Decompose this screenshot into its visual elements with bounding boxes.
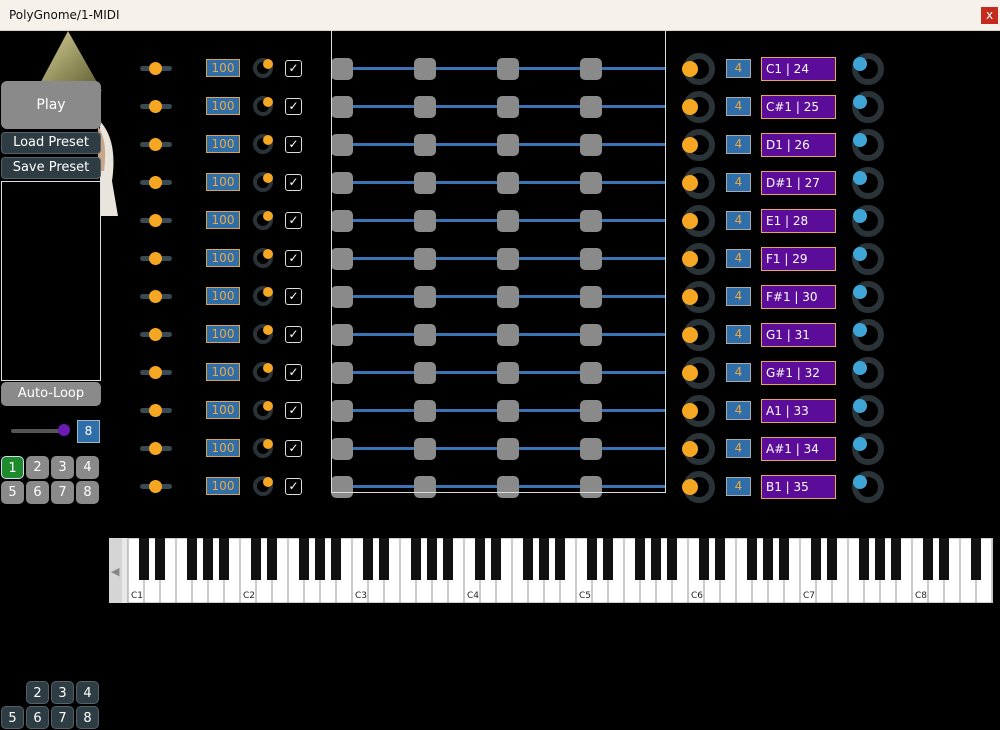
black-key[interactable] — [827, 538, 837, 580]
octave-label: C5 — [579, 591, 591, 601]
black-key[interactable] — [763, 538, 773, 580]
black-key[interactable] — [603, 538, 613, 580]
piano-keyboard[interactable]: ◀ C1 C2 C3 C4 C5 C6 C7 C8 — [109, 538, 993, 603]
black-key[interactable] — [299, 538, 309, 580]
pan-knob[interactable] — [850, 469, 886, 505]
title-bar: PolyGnome/1-MIDI x — [0, 0, 1000, 31]
velocity-knob[interactable] — [251, 474, 275, 498]
scroll-left-arrow[interactable]: ◀ — [111, 565, 120, 578]
lower-pad-4[interactable]: 4 — [76, 681, 99, 704]
black-key[interactable] — [651, 538, 661, 580]
step-handle[interactable] — [580, 476, 602, 498]
black-key[interactable] — [635, 538, 645, 580]
track-row: 100 ✓ 4 C#1 | 25 — [0, 69, 1000, 123]
track-row: 100 ✓ 4 D#1 | 27 — [0, 145, 1000, 199]
lower-pad-6[interactable]: 6 — [26, 706, 49, 729]
black-key[interactable] — [891, 538, 901, 580]
black-key[interactable] — [779, 538, 789, 580]
track-row: 100 ✓ 4 B1 | 35 — [0, 449, 1000, 503]
black-key[interactable] — [715, 538, 725, 580]
black-key[interactable] — [971, 538, 981, 580]
track-row: 100 ✓ 4 G1 | 31 — [0, 297, 1000, 351]
black-key[interactable] — [939, 538, 949, 580]
black-key[interactable] — [555, 538, 565, 580]
step-handle[interactable] — [497, 476, 519, 498]
octave-label: C7 — [803, 591, 815, 601]
black-key[interactable] — [315, 538, 325, 580]
black-key[interactable] — [523, 538, 533, 580]
black-key[interactable] — [491, 538, 501, 580]
window-title: PolyGnome/1-MIDI — [9, 8, 120, 22]
black-key[interactable] — [587, 538, 597, 580]
lower-pad-2[interactable]: 2 — [26, 681, 49, 704]
division-value[interactable]: 4 — [726, 477, 751, 496]
track-row: 100 ✓ 4 D1 | 26 — [0, 107, 1000, 161]
black-key[interactable] — [187, 538, 197, 580]
black-key[interactable] — [859, 538, 869, 580]
lower-pad-3[interactable]: 3 — [51, 681, 74, 704]
lower-pad-7[interactable]: 7 — [51, 706, 74, 729]
lower-pad-8[interactable]: 8 — [76, 706, 99, 729]
black-key[interactable] — [363, 538, 373, 580]
black-key[interactable] — [699, 538, 709, 580]
black-key[interactable] — [667, 538, 677, 580]
black-key[interactable] — [203, 538, 213, 580]
close-button[interactable]: x — [981, 7, 998, 24]
black-key[interactable] — [411, 538, 421, 580]
mute-toggle-thumb[interactable] — [149, 480, 162, 493]
black-key[interactable] — [811, 538, 821, 580]
track-row: 100 ✓ 4 C1 | 24 — [0, 31, 1000, 85]
black-key[interactable] — [747, 538, 757, 580]
track-row: 100 ✓ 4 F1 | 29 — [0, 221, 1000, 275]
track-row: 100 ✓ 4 F#1 | 30 — [0, 259, 1000, 313]
track-row: 100 ✓ 4 E1 | 28 — [0, 183, 1000, 237]
velocity-value[interactable]: 100 — [206, 477, 240, 495]
black-key[interactable] — [475, 538, 485, 580]
black-key[interactable] — [443, 538, 453, 580]
black-key[interactable] — [155, 538, 165, 580]
black-key[interactable] — [427, 538, 437, 580]
black-key[interactable] — [539, 538, 549, 580]
lower-pad-5[interactable]: 5 — [1, 706, 24, 729]
black-key[interactable] — [379, 538, 389, 580]
step-handle[interactable] — [414, 476, 436, 498]
black-key[interactable] — [331, 538, 341, 580]
black-key[interactable] — [923, 538, 933, 580]
octave-label: C1 — [131, 591, 143, 601]
division-knob[interactable] — [681, 469, 717, 505]
note-selector[interactable]: B1 | 35 — [761, 475, 836, 499]
track-row: 100 ✓ 4 A#1 | 34 — [0, 411, 1000, 465]
black-key[interactable] — [139, 538, 149, 580]
step-handle[interactable] — [331, 476, 353, 498]
black-key[interactable] — [219, 538, 229, 580]
octave-label: C2 — [243, 591, 255, 601]
octave-label: C3 — [355, 591, 367, 601]
octave-label: C8 — [915, 591, 927, 601]
black-key[interactable] — [875, 538, 885, 580]
black-key[interactable] — [251, 538, 261, 580]
enable-checkbox[interactable]: ✓ — [285, 478, 302, 495]
octave-label: C4 — [467, 591, 479, 601]
track-row: 100 ✓ 4 G#1 | 32 — [0, 335, 1000, 389]
black-key[interactable] — [267, 538, 277, 580]
main-area: Play Load Preset Save Preset Auto-Loop 8… — [0, 31, 1000, 730]
octave-label: C6 — [691, 591, 703, 601]
track-row: 100 ✓ 4 A1 | 33 — [0, 373, 1000, 427]
